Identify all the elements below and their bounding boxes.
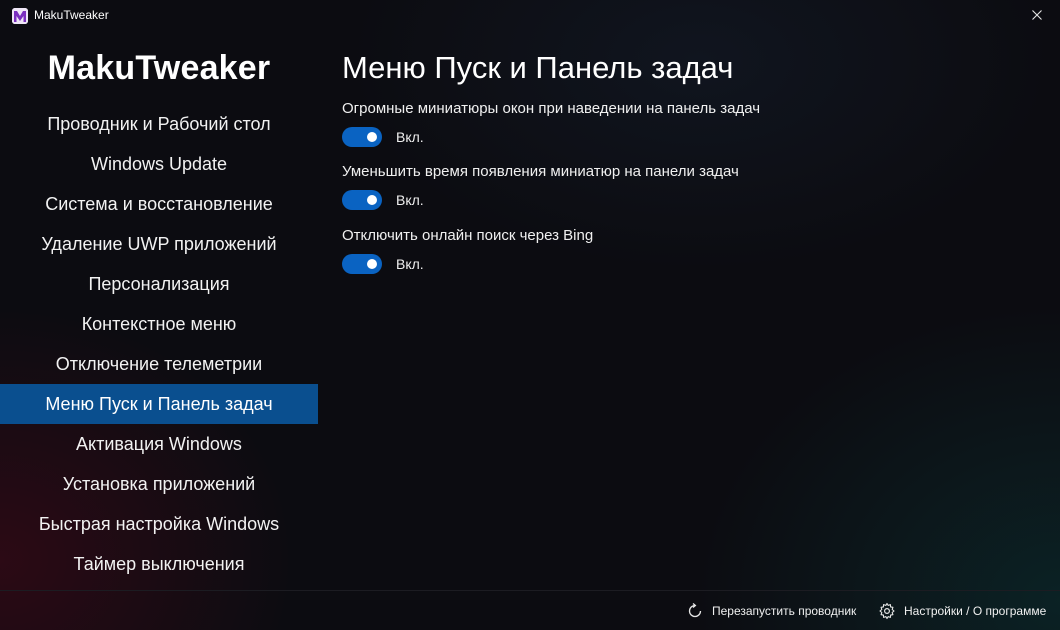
restart-explorer-label: Перезапустить проводник [712, 604, 857, 618]
sidebar-item-start-taskbar[interactable]: Меню Пуск и Панель задач [0, 384, 318, 424]
page-title: Меню Пуск и Панель задач [342, 50, 734, 85]
sidebar-item-telemetry[interactable]: Отключение телеметрии [0, 344, 318, 384]
sidebar-item-uwp-removal[interactable]: Удаление UWP приложений [0, 224, 318, 264]
makutweaker-logo-icon [12, 8, 28, 24]
setting-large-thumbnails: Огромные миниатюры окон при наведении на… [342, 100, 1042, 149]
toggle-knob [367, 195, 377, 205]
sidebar-item-personalization[interactable]: Персонализация [0, 264, 318, 304]
sidebar-item-quick-setup[interactable]: Быстрая настройка Windows [0, 504, 318, 544]
toggle-row: Вкл. [342, 125, 1042, 149]
setting-bing-search: Отключить онлайн поиск через Bing Вкл. [342, 227, 1042, 276]
setting-label: Огромные миниатюры окон при наведении на… [342, 100, 761, 117]
close-button[interactable] [1014, 0, 1060, 32]
toggle-state-label: Вкл. [396, 192, 424, 208]
sidebar-item-app-install[interactable]: Установка приложений [0, 464, 318, 504]
setting-label: Уменьшить время появления миниатюр на па… [342, 163, 739, 180]
toggle-state-label: Вкл. [396, 256, 424, 272]
window-title: MakuTweaker [34, 8, 109, 22]
restart-explorer-button[interactable]: Перезапустить проводник [686, 591, 856, 630]
setting-thumbnail-delay: Уменьшить время появления миниатюр на па… [342, 163, 1042, 212]
sidebar-nav: Проводник и Рабочий стол Windows Update … [0, 104, 318, 584]
close-icon [1032, 7, 1042, 25]
sidebar-item-shutdown-timer[interactable]: Таймер выключения [0, 544, 318, 584]
sidebar-item-windows-activation[interactable]: Активация Windows [0, 424, 318, 464]
toggle-knob [367, 259, 377, 269]
toggle-state-label: Вкл. [396, 129, 424, 145]
toggle-knob [367, 132, 377, 142]
thumbnail-delay-toggle[interactable] [342, 190, 382, 210]
sidebar-item-context-menu[interactable]: Контекстное меню [0, 304, 318, 344]
refresh-icon [686, 602, 704, 620]
app-brand-title: MakuTweaker [47, 49, 271, 87]
settings-about-button[interactable]: Настройки / О программе [878, 591, 1046, 630]
gear-icon [878, 602, 896, 620]
sidebar-item-windows-update[interactable]: Windows Update [0, 144, 318, 184]
setting-label: Отключить онлайн поиск через Bing [342, 227, 594, 244]
sidebar-item-system-recovery[interactable]: Система и восстановление [0, 184, 318, 224]
sidebar: MakuTweaker Проводник и Рабочий стол Win… [0, 32, 318, 590]
footer-bar: Перезапустить проводник Настройки / О пр… [0, 590, 1060, 630]
bing-search-toggle[interactable] [342, 254, 382, 274]
sidebar-item-explorer-desktop[interactable]: Проводник и Рабочий стол [0, 104, 318, 144]
settings-about-label: Настройки / О программе [904, 604, 1047, 618]
title-bar[interactable]: MakuTweaker [0, 0, 1060, 32]
large-thumbnails-toggle[interactable] [342, 127, 382, 147]
toggle-row: Вкл. [342, 252, 1042, 276]
toggle-row: Вкл. [342, 188, 1042, 212]
app-window: MakuTweaker MakuTweaker Проводник и Рабо… [0, 0, 1060, 630]
